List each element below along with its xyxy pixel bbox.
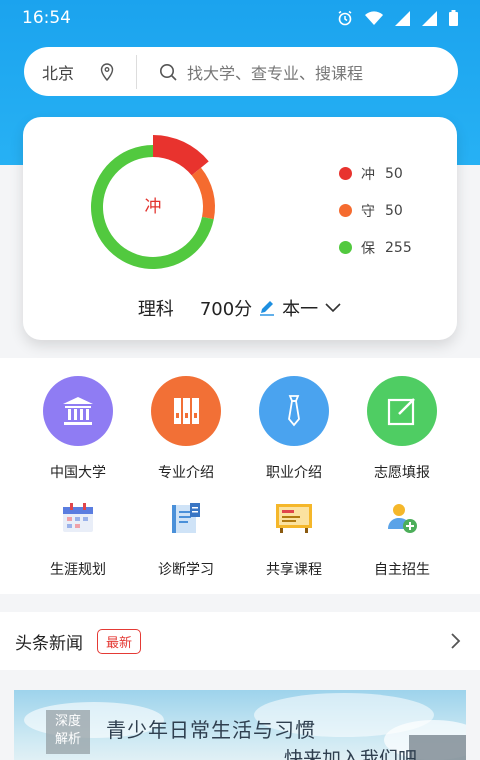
city-selector[interactable]: 北京 bbox=[24, 60, 136, 84]
necktie-icon bbox=[259, 376, 329, 446]
pencil-icon[interactable] bbox=[258, 299, 276, 317]
grid-item-career-planning[interactable]: 生涯规划 bbox=[23, 493, 133, 579]
article-banner[interactable]: 深度 解析 青少年日常生活与习惯 快来加入我们吧 bbox=[14, 690, 466, 760]
university-icon bbox=[43, 376, 113, 446]
location-pin-icon bbox=[100, 62, 114, 81]
score-row[interactable]: 理科 700分 本一 bbox=[23, 295, 457, 321]
legend-value: 255 bbox=[385, 239, 412, 256]
legend-label: 守 bbox=[361, 203, 375, 220]
status-icons bbox=[337, 10, 458, 26]
chevron-down-icon[interactable] bbox=[324, 302, 342, 314]
grid-label: 诊断学习 bbox=[158, 562, 214, 578]
alarm-icon bbox=[338, 10, 352, 26]
legend-item: 保 255 bbox=[339, 229, 412, 266]
search-bar[interactable]: 北京 找大学、查专业、搜课程 bbox=[24, 47, 458, 96]
banner-tag: 深度 解析 bbox=[46, 710, 90, 754]
grid-item-application[interactable]: 志愿填报 bbox=[347, 376, 457, 482]
grid-label: 自主招生 bbox=[374, 562, 430, 578]
donut-slice-守 bbox=[191, 167, 215, 220]
report-book-icon bbox=[161, 493, 211, 543]
grid-label: 专业介绍 bbox=[158, 465, 214, 481]
legend-dot-chong bbox=[339, 167, 352, 180]
legend-label: 保 bbox=[361, 240, 375, 257]
grid-label: 共享课程 bbox=[266, 562, 322, 578]
batch-label[interactable]: 本一 bbox=[282, 295, 318, 321]
legend-item: 冲 50 bbox=[339, 155, 412, 192]
headline-news-bar[interactable]: 头条新闻 最新 bbox=[0, 612, 480, 670]
legend-value: 50 bbox=[385, 202, 403, 219]
signal-icon bbox=[395, 10, 410, 26]
grid-label: 生涯规划 bbox=[50, 562, 106, 578]
search-icon bbox=[160, 63, 177, 81]
banner-tag-line2: 解析 bbox=[54, 732, 81, 747]
grid-label: 志愿填报 bbox=[374, 465, 430, 481]
chart-legend: 冲 50 守 50 保 255 bbox=[339, 155, 412, 266]
legend-dot-bao bbox=[339, 241, 352, 254]
add-user-icon bbox=[377, 493, 427, 543]
banner-subtitle: 快来加入我们吧 bbox=[284, 748, 418, 760]
legend-value: 50 bbox=[385, 165, 403, 182]
status-bar: 16:54 bbox=[0, 0, 480, 36]
legend-dot-shou bbox=[339, 204, 352, 217]
chevron-right-icon[interactable] bbox=[450, 632, 462, 650]
new-badge: 最新 bbox=[97, 628, 142, 654]
grid-item-chinese-universities[interactable]: 中国大学 bbox=[23, 376, 133, 482]
banner-tag-line1: 深度 bbox=[54, 714, 81, 729]
signal-icon-2 bbox=[422, 10, 437, 26]
donut-center-label: 冲 bbox=[144, 197, 162, 217]
search-input[interactable]: 找大学、查专业、搜课程 bbox=[137, 60, 363, 84]
blackboard-icon bbox=[269, 493, 319, 543]
grid-item-independent-admission[interactable]: 自主招生 bbox=[347, 493, 457, 579]
books-icon bbox=[151, 376, 221, 446]
grid-item-shared-courses[interactable]: 共享课程 bbox=[239, 493, 349, 579]
score-summary-card[interactable]: 冲 冲 50 守 50 保 255 理科 700分 本一 bbox=[23, 117, 457, 340]
wifi-icon bbox=[365, 10, 383, 25]
city-name: 北京 bbox=[42, 63, 75, 83]
search-placeholder: 找大学、查专业、搜课程 bbox=[187, 63, 364, 83]
legend-item: 守 50 bbox=[339, 192, 412, 229]
subject-label: 理科 bbox=[137, 299, 174, 320]
calendar-icon bbox=[53, 493, 103, 543]
score-value: 700分 bbox=[199, 299, 253, 320]
edit-form-icon bbox=[367, 376, 437, 446]
status-time: 16:54 bbox=[22, 8, 71, 28]
grid-item-diagnostic-study[interactable]: 诊断学习 bbox=[131, 493, 241, 579]
grid-label: 中国大学 bbox=[50, 465, 106, 481]
news-title: 头条新闻 bbox=[15, 633, 83, 654]
grid-label: 职业介绍 bbox=[266, 465, 322, 481]
feature-grid: 中国大学 专业介绍 职业介绍 志愿填报 生涯规划 诊断学习 共享课程 自主招生 bbox=[0, 358, 480, 594]
battery-icon bbox=[449, 10, 458, 26]
legend-label: 冲 bbox=[361, 166, 375, 183]
banner-title: 青少年日常生活与习惯 bbox=[106, 718, 316, 742]
grid-item-career-intro[interactable]: 职业介绍 bbox=[239, 376, 349, 482]
grid-item-major-intro[interactable]: 专业介绍 bbox=[131, 376, 241, 482]
